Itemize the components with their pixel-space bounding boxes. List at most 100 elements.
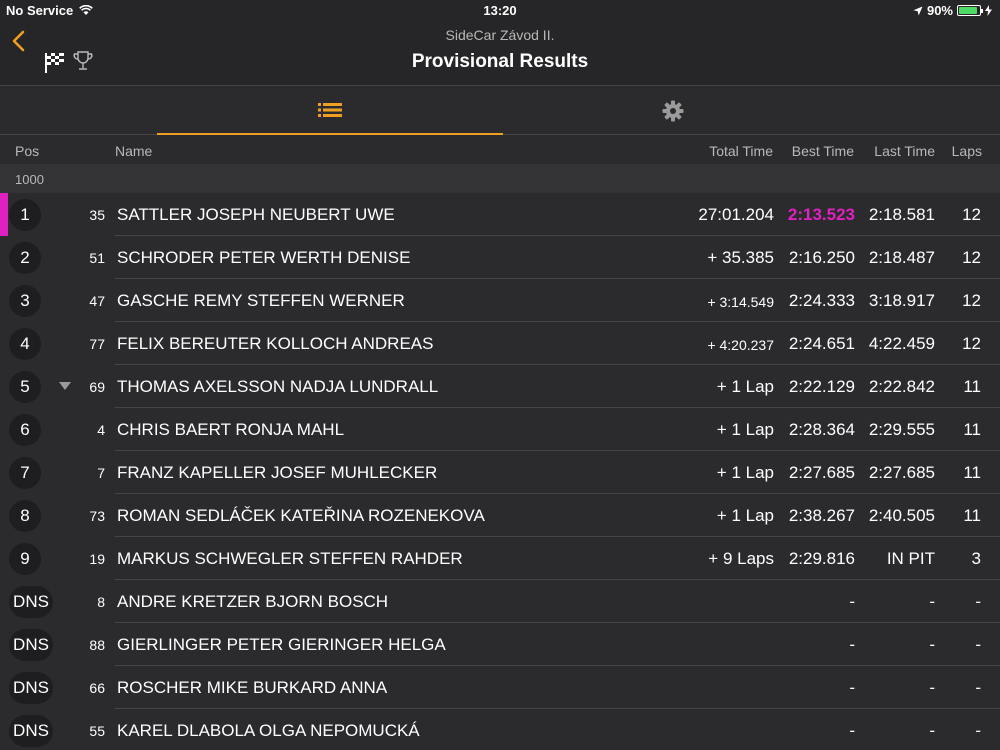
laps-count: 12 xyxy=(962,248,981,267)
last-time: - xyxy=(929,635,935,654)
last-time: 2:27.685 xyxy=(868,463,935,482)
race-number: 51 xyxy=(89,250,105,266)
result-row[interactable]: DNS 55 KAREL DLABOLA OLGA NEPOMUCKÁ - - - xyxy=(0,709,1000,750)
best-time: 2:28.364 xyxy=(788,420,855,439)
col-best-time[interactable]: Best Time xyxy=(792,143,854,159)
result-row[interactable]: 9 19 MARKUS SCHWEGLER STEFFEN RAHDER + 9 La… xyxy=(0,537,1000,580)
laps-count: 12 xyxy=(962,291,981,310)
class-label: 1000 xyxy=(15,172,44,187)
tab-bar xyxy=(0,87,1000,135)
result-row[interactable]: DNS 8 ANDRE KRETZER BJORN BOSCH - - - xyxy=(0,580,1000,623)
race-number: 7 xyxy=(97,465,105,481)
total-time: + 1 Lap xyxy=(716,377,774,396)
result-row[interactable]: 2 51 SCHRODER PETER WERTH DENISE + 35.385 2:… xyxy=(0,236,1000,279)
laps-count: - xyxy=(975,635,981,654)
laps-count: 11 xyxy=(963,420,981,439)
result-row[interactable]: 3 47 GASCHE REMY STEFFEN WERNER + 3:14.549 2… xyxy=(0,279,1000,322)
best-time: - xyxy=(849,721,855,740)
total-time: + 9 Laps xyxy=(708,549,774,568)
result-row[interactable]: DNS 66 ROSCHER MIKE BURKARD ANNA - - - xyxy=(0,666,1000,709)
result-row[interactable]: 6 4 CHRIS BAERT RONJA MAHL + 1 Lap 2:28.364 2… xyxy=(0,408,1000,451)
col-last-time[interactable]: Last Time xyxy=(874,143,935,159)
race-number: 88 xyxy=(89,637,105,653)
best-time: 2:13.523 xyxy=(787,205,855,224)
race-number: 19 xyxy=(89,551,105,567)
battery-percent: 90% xyxy=(926,3,953,18)
rider-names: MARKUS SCHWEGLER STEFFEN RAHDER xyxy=(117,549,463,568)
race-number: 73 xyxy=(89,508,105,524)
result-row[interactable]: 1 35 SATTLER JOSEPH NEUBERT UWE 27:01.204 2:… xyxy=(0,193,1000,236)
col-pos[interactable]: Pos xyxy=(15,143,39,159)
status-right: 90% xyxy=(913,3,992,18)
column-header: Pos Name Total Time Best Time Last Time … xyxy=(0,136,1000,164)
result-row[interactable]: 8 73 ROMAN SEDLÁČEK KATEŘINA ROZENEKOVA + 1… xyxy=(0,494,1000,537)
page-title: Provisional Results xyxy=(411,51,589,72)
best-time: - xyxy=(849,592,855,611)
total-time: + 3:14.549 xyxy=(707,294,774,310)
position-badge: 5 xyxy=(9,371,41,403)
race-number: 47 xyxy=(89,293,105,309)
tab-results-list[interactable] xyxy=(157,87,503,135)
location-arrow-icon xyxy=(913,6,923,15)
result-row[interactable]: 4 77 FELIX BEREUTER KOLLOCH ANDREAS + 4:20.… xyxy=(0,322,1000,365)
race-number: 66 xyxy=(89,680,105,696)
last-time: 2:40.505 xyxy=(868,506,935,525)
laps-count: 12 xyxy=(962,205,981,224)
rider-names: KAREL DLABOLA OLGA NEPOMUCKÁ xyxy=(117,721,420,740)
total-time: + 35.385 xyxy=(707,248,774,267)
race-number: 4 xyxy=(97,422,105,438)
result-row[interactable]: DNS 88 GIERLINGER PETER GIERINGER HELGA - - - xyxy=(0,623,1000,666)
result-row[interactable]: 7 7 FRANZ KAPELLER JOSEF MUHLECKER + 1 Lap 2… xyxy=(0,451,1000,494)
position-badge: 6 xyxy=(9,414,41,446)
last-time: - xyxy=(929,721,935,740)
result-row[interactable]: 5 69 THOMAS AXELSSON NADJA LUNDRALL + 1 Lap… xyxy=(0,365,1000,408)
race-number: 8 xyxy=(97,594,105,610)
best-time: - xyxy=(849,635,855,654)
laps-count: - xyxy=(975,721,981,740)
best-time: 2:24.651 xyxy=(788,334,855,353)
gear-icon xyxy=(662,100,684,122)
clock: 13:20 xyxy=(483,3,517,18)
col-name[interactable]: Name xyxy=(115,143,152,159)
race-number: 35 xyxy=(89,207,105,223)
position-badge: DNS xyxy=(9,586,53,618)
col-laps[interactable]: Laps xyxy=(952,143,982,159)
best-time: 2:29.816 xyxy=(788,549,855,568)
total-time: + 4:20.237 xyxy=(707,337,774,353)
list-icon xyxy=(318,103,342,117)
position-badge: 1 xyxy=(9,199,41,231)
rider-names: FELIX BEREUTER KOLLOCH ANDREAS xyxy=(117,334,434,353)
position-badge: DNS xyxy=(9,715,53,747)
last-time: 2:29.555 xyxy=(868,420,935,439)
laps-count: 11 xyxy=(963,506,981,525)
position-badge: 3 xyxy=(9,285,41,317)
rider-names: ROMAN SEDLÁČEK KATEŘINA ROZENEKOVA xyxy=(117,506,485,525)
total-time: 27:01.204 xyxy=(698,205,774,224)
laps-count: 3 xyxy=(971,549,981,568)
laps-count: 11 xyxy=(963,377,981,396)
race-number: 55 xyxy=(89,723,105,739)
position-badge: DNS xyxy=(9,629,53,661)
last-time: 4:22.459 xyxy=(868,334,935,353)
col-total-time[interactable]: Total Time xyxy=(709,143,773,159)
race-number: 77 xyxy=(89,336,105,352)
tab-settings[interactable] xyxy=(503,87,843,135)
laps-count: 11 xyxy=(963,463,981,482)
rider-names: ROSCHER MIKE BURKARD ANNA xyxy=(117,678,388,697)
position-badge: 7 xyxy=(9,457,41,489)
laps-count: - xyxy=(975,592,981,611)
position-badge: 9 xyxy=(9,543,41,575)
rider-names: CHRIS BAERT RONJA MAHL xyxy=(117,420,345,439)
last-time: - xyxy=(929,678,935,697)
position-badge: 2 xyxy=(9,242,41,274)
last-time: 2:22.842 xyxy=(868,377,935,396)
position-badge: 4 xyxy=(9,328,41,360)
results-list: 1 35 SATTLER JOSEPH NEUBERT UWE 27:01.204 2:… xyxy=(0,193,1000,750)
rider-names: GASCHE REMY STEFFEN WERNER xyxy=(117,291,405,310)
rider-names: SATTLER JOSEPH NEUBERT UWE xyxy=(117,205,395,224)
total-time: + 1 Lap xyxy=(716,463,774,482)
position-badge: 8 xyxy=(9,500,41,532)
status-bar: No Service 13:20 90% xyxy=(0,0,1000,20)
laps-count: 12 xyxy=(962,334,981,353)
battery-fill xyxy=(959,7,977,14)
